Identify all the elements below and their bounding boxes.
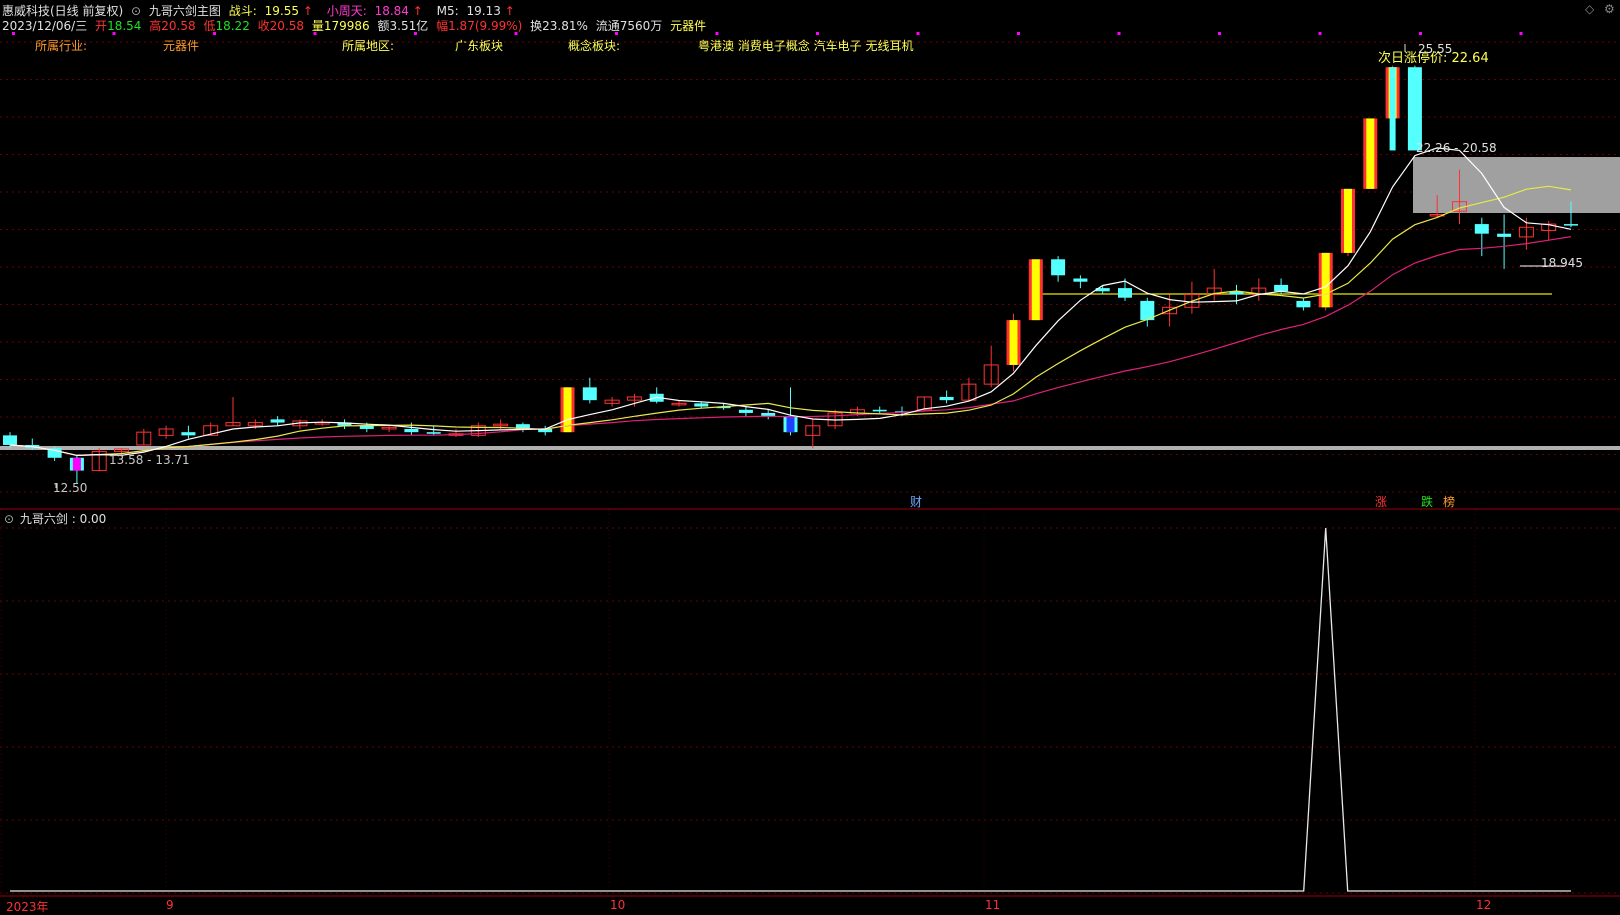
top-tick xyxy=(1419,32,1422,35)
x-axis-label-2023: 2023年 xyxy=(6,900,49,914)
top-tick xyxy=(1519,32,1523,35)
down-candle xyxy=(1073,278,1088,282)
signal-candle xyxy=(72,457,81,471)
down-candle xyxy=(582,387,597,401)
top-tick xyxy=(1318,32,1322,35)
top-tick xyxy=(313,32,317,35)
peak-price-label: 25.55 xyxy=(1418,42,1453,56)
down-candle xyxy=(939,396,954,401)
sub-indicator-value: : 0.00 xyxy=(71,512,107,526)
top-tick xyxy=(514,32,518,35)
x-axis-label-9: 9 xyxy=(166,898,174,912)
limit-up-candle-core xyxy=(1009,320,1018,365)
top-tick xyxy=(615,32,618,35)
top-tick xyxy=(715,32,719,35)
down-candle xyxy=(1274,284,1289,292)
top-tick xyxy=(916,32,920,35)
resistance-zone xyxy=(1413,157,1620,213)
x-axis-label-12: 12 xyxy=(1476,898,1492,912)
down-candle xyxy=(181,432,196,436)
marker-die[interactable]: 跌 xyxy=(1421,493,1433,510)
marker-zhang[interactable]: 涨 xyxy=(1375,493,1387,510)
down-candle xyxy=(872,409,887,412)
low-range-label: 13.58 - 13.71 xyxy=(109,453,190,467)
signal-candle xyxy=(1389,67,1396,151)
top-tick xyxy=(816,32,819,35)
top-tick xyxy=(1218,32,1221,35)
down-candle xyxy=(404,428,419,433)
sub-indicator-header: ⊙ 九哥六剑 : 0.00 xyxy=(4,510,110,527)
down-candle xyxy=(1564,224,1578,226)
down-candle xyxy=(1051,259,1066,276)
price-chart[interactable] xyxy=(0,0,1620,912)
down-candle xyxy=(1118,288,1132,298)
down-candle xyxy=(3,435,17,445)
limit-up-candle-core xyxy=(1321,252,1330,308)
x-axis-label-10: 10 xyxy=(610,898,626,912)
top-tick xyxy=(12,32,15,35)
marker-cai[interactable]: 财 xyxy=(910,493,922,510)
box-range-label: 22.26 - 20.58 xyxy=(1416,141,1497,155)
top-tick xyxy=(112,32,116,35)
down-candle xyxy=(738,409,753,413)
top-tick xyxy=(213,32,216,35)
down-candle xyxy=(426,432,441,434)
sub-indicator-line xyxy=(10,527,1571,892)
marker-bang[interactable]: 榜 xyxy=(1443,493,1455,510)
down-candle xyxy=(1474,224,1489,234)
limit-up-candle-core xyxy=(1366,118,1375,189)
limit-up-candle-core xyxy=(1344,188,1352,253)
down-candle xyxy=(1296,300,1311,308)
down-candle xyxy=(270,419,285,423)
support-band xyxy=(0,446,1620,450)
down-candle xyxy=(1407,67,1422,151)
down-candle xyxy=(1497,233,1512,237)
top-tick xyxy=(1017,32,1020,35)
top-tick xyxy=(414,32,417,35)
last-price-label: 18.945 xyxy=(1541,256,1583,270)
x-axis-label-11: 11 xyxy=(985,898,1001,912)
down-candle xyxy=(761,412,776,417)
sub-indicator-label[interactable]: 九哥六剑 xyxy=(20,510,68,527)
limit-up-candle-core xyxy=(1031,259,1040,321)
down-candle xyxy=(694,403,709,407)
signal-candle xyxy=(786,416,795,433)
sub-menu-icon[interactable]: ⊙ xyxy=(4,512,14,526)
top-tick xyxy=(1117,32,1121,35)
low-price-label: 12.50 xyxy=(53,481,88,495)
